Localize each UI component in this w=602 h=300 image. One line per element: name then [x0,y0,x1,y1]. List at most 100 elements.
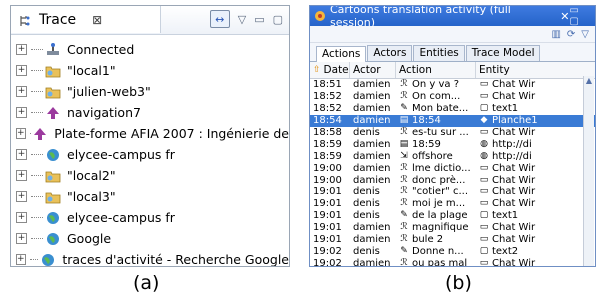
cell-text: de la plage [412,210,468,222]
table-row[interactable]: 18:58 denis ℛes-tu sur ... ▭ Chat Wir [310,127,595,139]
table-row[interactable]: 18:51 damien ℛ On y va ? ▭ Chat Wir [310,79,595,91]
cell-text: denis [353,245,380,257]
cell-text: magnifique [412,222,469,234]
table-row[interactable]: 18:59 damien ⇲ offshore ◍ http://di [310,150,595,162]
menu-arrow-icon[interactable]: ▽ [581,29,589,40]
tree-item[interactable]: + elycee-campus fr [11,144,289,165]
window-icon: ▭ [479,174,489,185]
folder-icon [45,85,61,99]
text-box-icon: ▢ [479,210,489,221]
text-box-icon: ▢ [479,103,489,114]
table-row[interactable]: 18:59 damien ▤ 18:59 ◍ http://di [310,138,595,150]
cell-text: 18:52 [313,103,342,115]
cell-text: 19:01 [313,222,342,234]
expand-icon[interactable]: + [16,128,26,139]
column-header-date[interactable]: ⇧ Date [310,62,350,78]
cell-date: 18:51 [310,79,350,90]
window-buttons-icon[interactable]: ▭ ▢ [569,6,591,27]
chat-icon: ℛ [400,198,408,209]
expand-icon[interactable]: + [16,170,27,181]
table-row[interactable]: 18:52 damien ℛ On com... ▭ Chat Wir [310,91,595,103]
activity-table-body: 18:51 damien ℛ On y va ? ▭ Chat Wir 18:52 damie… [310,79,595,267]
link-with-editor-icon[interactable]: ↔ [209,10,230,28]
tree-item[interactable]: + Plate-forme AFIA 2007 : Ingénierie de [11,123,289,144]
chat-icon: ℛ [400,91,408,102]
tree-item[interactable]: + navigation7 [11,102,289,123]
cell-actor: damien [350,91,396,102]
cell-entity: ▭ Chat Wir [476,127,566,138]
maximize-icon[interactable]: ▢ [273,13,283,26]
minimize-icon[interactable]: ▭ [254,13,264,26]
refresh-icon[interactable]: ⟳ [567,29,575,40]
column-header-entity[interactable]: Entity [476,62,566,78]
cell-actor: damien [350,234,396,245]
tree-item[interactable]: + Connected [11,39,289,60]
close-icon[interactable]: ✕ [560,10,569,23]
expand-icon[interactable]: + [16,254,26,265]
expand-icon[interactable]: + [16,107,27,118]
pencil-icon: ✎ [400,103,408,114]
tree-item[interactable]: + traces d'activité - Recherche Google [11,249,289,266]
tree-item-label: navigation7 [67,105,141,120]
cell-action: ℛlme dictio... [396,163,476,174]
column-header-action[interactable]: Action [396,62,476,78]
tree-item[interactable]: + "local2" [11,165,289,186]
window-icon: ▭ [479,162,489,173]
table-row[interactable]: 19:00 damien ℛlme dictio... ▭ Chat Wir [310,162,595,174]
column-header-actor[interactable]: Actor [350,62,396,78]
table-row[interactable]: 19:01 denis ℛ "cotier" c... ▭ Chat Wir [310,186,595,198]
cell-text: Donne n... [412,245,464,257]
tree-connector [31,174,43,177]
cell-text: moi je m... [412,198,466,210]
tab-entities[interactable]: Entities [413,45,465,61]
table-row[interactable]: 19:01 damien ℛmagnifique ▭ Chat Wir [310,222,595,234]
up-arrow-icon [45,106,61,120]
cell-text: 19:02 [313,257,342,267]
tree-item[interactable]: + "local1" [11,60,289,81]
cell-text: Chat Wir [492,127,536,138]
cell-text: denis [353,198,380,210]
table-row[interactable]: 19:02 denis ✎ Donne n... ▢ text2 [310,245,595,257]
scroll-up-icon[interactable]: ▲ [584,76,594,86]
table-row[interactable]: 19:01 denis ℛmoi je m... ▭ Chat Wir [310,198,595,210]
table-row[interactable]: 18:54 damien ▤ 18:54 ◆ Planche1 [310,114,595,127]
activity-view-title: Cartoons translation activity (full sess… [330,5,511,29]
expand-icon[interactable]: + [16,149,27,160]
cell-actor: damien [350,139,396,150]
expand-icon[interactable]: + [16,86,27,97]
expand-icon[interactable]: + [16,44,27,55]
table-row[interactable]: 19:01 denis ✎ de la plage ▢ text1 [310,210,595,222]
tab-trace-model[interactable]: Trace Model [465,45,541,61]
table-row[interactable]: 18:52 damien ✎ Mon bate... ▢ text1 [310,103,595,115]
chat-icon: ℛ [400,186,408,197]
cell-entity: ▭ Chat Wir [476,163,566,174]
tree-connector [31,111,43,114]
expand-icon[interactable]: + [16,212,27,223]
tree-item[interactable]: + "local3" [11,186,289,207]
tree-item[interactable]: + elycee-campus fr [11,207,289,228]
table-row[interactable]: 19:00 damien ℛdonc prè... ▭ Chat Wir [310,174,595,186]
cell-text: On com... [412,91,461,103]
vertical-scrollbar[interactable] [583,76,594,266]
table-row[interactable]: 19:01 damien ℛbule 2 ▭ Chat Wir [310,234,595,246]
expand-icon[interactable]: + [16,191,27,202]
cell-actor: denis [350,246,396,257]
tree-connector [31,48,43,51]
table-header: ⇧ Date Actor Action Entity [310,62,595,79]
expand-icon[interactable]: + [16,65,27,76]
layout-icon[interactable]: ▥ [551,29,560,40]
tab-close-icon[interactable]: ⊠ [92,13,102,27]
table-row[interactable]: 19:02 damien ℛou pas mal ▭ Chat Wir [310,257,595,267]
tab-actors[interactable]: Actors [367,45,413,61]
tree-item[interactable]: + Google [11,228,289,249]
expand-icon[interactable]: + [16,233,27,244]
cell-text: Chat Wir [492,257,536,267]
tab-trace[interactable]: Trace ⊠ [11,6,161,33]
cell-text: 18:51 [313,79,342,91]
cell-text: denis [353,186,380,198]
tree-item[interactable]: + "julien-web3" [11,81,289,102]
view-menu-icon[interactable]: ▽ [238,13,246,26]
tab-actions[interactable]: Actions [316,46,367,62]
caption-b: (b) [445,272,472,294]
cell-entity: ▢ text1 [476,103,566,114]
